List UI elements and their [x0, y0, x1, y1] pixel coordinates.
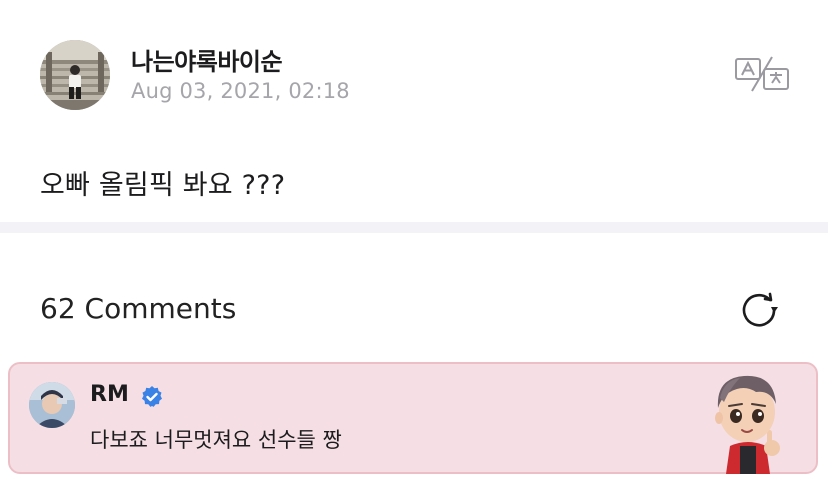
post-date: Aug 03, 2021, 02:18 — [131, 79, 350, 103]
refresh-icon — [742, 292, 778, 327]
post-header: 나는야록바이순 Aug 03, 2021, 02:18 — [40, 40, 789, 112]
comments-count: 62 Comments — [40, 292, 237, 325]
verified-badge-icon — [142, 386, 162, 407]
author-name[interactable]: 나는야록바이순 — [131, 42, 283, 77]
comment-text: 다보죠 너무멋져요 선수들 짱 — [90, 428, 342, 452]
comment-item[interactable]: RM 다보죠 너무멋져요 선수들 짱 — [8, 362, 818, 474]
author-avatar[interactable] — [40, 40, 110, 110]
translate-button[interactable] — [735, 54, 789, 94]
comment-author[interactable]: RM — [90, 382, 129, 407]
post-body: 오빠 올림픽 봐요 ??? — [40, 170, 286, 201]
refresh-button[interactable] — [738, 291, 780, 331]
translate-icon — [735, 56, 789, 92]
character-sticker — [700, 368, 798, 474]
comment-avatar[interactable] — [29, 382, 75, 428]
section-divider — [0, 222, 828, 233]
